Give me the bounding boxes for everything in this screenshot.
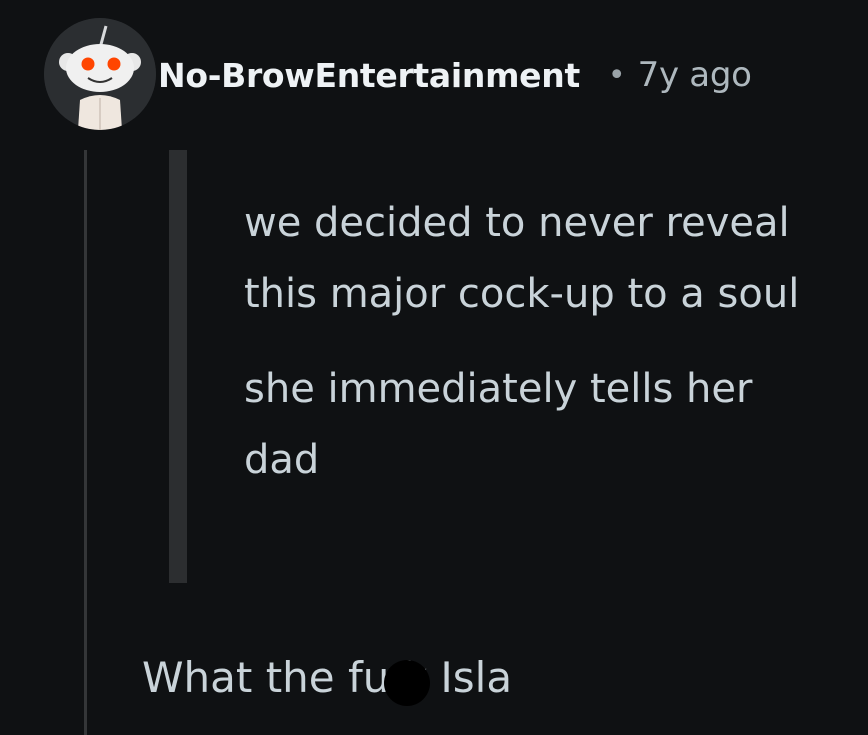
- author-name[interactable]: No-BrowEntertainment: [158, 56, 580, 95]
- thread-line[interactable]: [84, 150, 87, 735]
- avatar[interactable]: [44, 18, 156, 130]
- blockquote-bar: [169, 150, 187, 583]
- reddit-snoo-avatar-icon: [44, 18, 156, 130]
- comment-body: What the fu k Isla: [142, 653, 513, 702]
- meta-separator: •: [607, 57, 626, 93]
- quote-paragraph: she immediately tells her dad: [244, 366, 753, 483]
- quote-paragraph: we decided to never reveal this major co…: [244, 200, 800, 317]
- censor-blob: [384, 660, 430, 706]
- comment: No-BrowEntertainment • 7y ago we decided…: [0, 0, 868, 735]
- comment-header: No-BrowEntertainment • 7y ago: [158, 50, 752, 100]
- blockquote: we decided to never reveal this major co…: [244, 188, 804, 520]
- comment-age[interactable]: 7y ago: [638, 55, 752, 95]
